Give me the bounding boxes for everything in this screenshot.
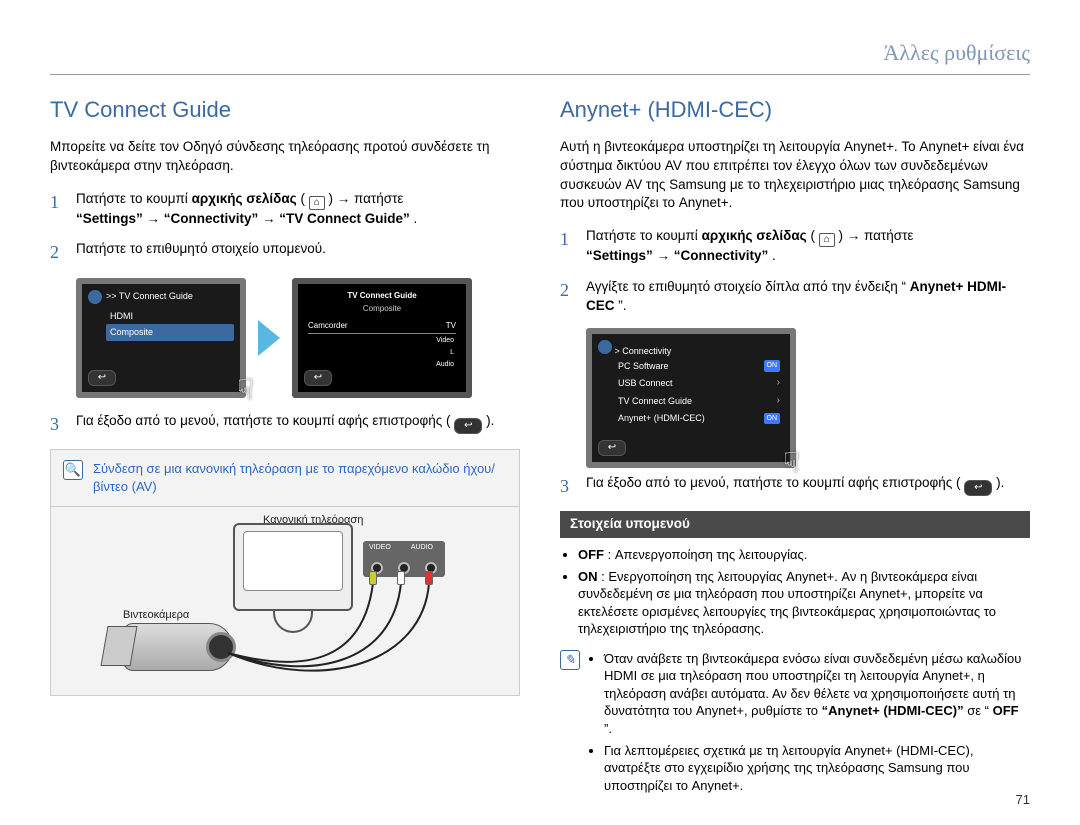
off-text: : Απενεργοποίηση της λειτουργίας.: [608, 547, 808, 562]
left-column: TV Connect Guide Μπορείτε να δείτε τον Ο…: [50, 95, 520, 798]
step1-text-e: “Settings” → “Connectivity” → “TV Connec…: [76, 211, 410, 226]
left-section-title: TV Connect Guide: [50, 95, 520, 126]
submenu-on: ON : Ενεργοποίηση της λειτουργίας Anynet…: [578, 568, 1030, 638]
rstep1-c: (: [810, 228, 815, 243]
screen2-audioR: Audio: [436, 360, 454, 370]
conn-row2: USB Connect: [618, 377, 673, 390]
step-number: 2: [560, 278, 576, 303]
step-number: 1: [560, 227, 576, 252]
note-box: ✎ Όταν ανάβετε τη βιντεοκάμερα ενόσω είν…: [560, 650, 1030, 798]
screen2-camcorder: Camcorder: [308, 320, 348, 331]
chevron-right-icon: ›: [777, 376, 780, 390]
on-label: ON: [578, 569, 598, 584]
step1-text-c: (: [300, 191, 305, 206]
left-step-2: 2 Πατήστε το επιθυμητό στοιχείο υπομενού…: [50, 240, 520, 265]
gear-icon: [598, 340, 612, 354]
home-icon: ⌂: [819, 233, 835, 247]
note1-e: ”.: [604, 721, 612, 736]
tv-illustration: Κανονική τηλεόραση VIDEO AUDIO Βιντεοκάμ…: [50, 506, 520, 696]
note1-d: OFF: [993, 703, 1019, 718]
conn-row3: TV Connect Guide: [618, 395, 692, 408]
note1-c: σε “: [967, 703, 989, 718]
screen2-sub: Composite: [302, 303, 462, 314]
touch-hand-icon: ☟: [237, 370, 254, 409]
right-step-1: 1 Πατήστε το κουμπί αρχικής σελίδας ( ⌂ …: [560, 227, 1030, 266]
on-badge: ON: [764, 360, 781, 372]
screen2-video: Video: [436, 336, 454, 346]
step-number: 3: [560, 474, 576, 499]
connectivity-screen: > Connectivity PC Software ON USB Connect…: [586, 328, 796, 468]
step-number: 2: [50, 240, 66, 265]
rstep2-a: Αγγίξτε το επιθυμητό στοιχείο δίπλα από …: [586, 279, 906, 294]
rstep3-b: ).: [996, 475, 1004, 490]
step1-text-a: Πατήστε το κουμπί: [76, 191, 192, 206]
menu-screen-2: TV Connect Guide Composite Camcorder TV …: [292, 278, 472, 398]
screen2-tv: TV: [446, 320, 456, 331]
magnifier-icon: 🔍: [63, 460, 83, 480]
step2-text: Πατήστε το επιθυμητό στοιχείο υπομενού.: [76, 240, 520, 259]
step1-text-b: αρχικής σελίδας: [192, 191, 297, 206]
menu-screen-1: >> TV Connect Guide HDMI Composite ↩ ☟: [76, 278, 246, 398]
cable-icon: [63, 513, 503, 683]
on-badge: ON: [764, 413, 781, 425]
menu-item-hdmi: HDMI: [106, 308, 234, 325]
screen2-audioL: L: [450, 348, 454, 358]
submenu-header: Στοιχεία υπομενού: [560, 511, 1030, 538]
plug-white-icon: [397, 571, 405, 585]
step3-text-a: Για έξοδο από το μενού, πατήστε το κουμπ…: [76, 413, 451, 428]
step1-text-f: .: [414, 211, 418, 226]
rstep2-c: ”.: [618, 298, 626, 313]
menu-item-composite: Composite: [106, 324, 234, 341]
rstep1-d: ) → πατήστε: [839, 228, 914, 243]
screen2-title: TV Connect Guide: [302, 288, 462, 303]
plug-red-icon: [425, 571, 433, 585]
rstep1-e: “Settings” → “Connectivity”: [586, 248, 768, 263]
conn-row1: PC Software: [618, 360, 669, 373]
note-2: Για λεπτομέρειες σχετικά με τη λειτουργί…: [604, 742, 1030, 795]
left-step-1: 1 Πατήστε το κουμπί αρχικής σελίδας ( ⌂ …: [50, 190, 520, 229]
touch-hand-icon: ☟: [783, 443, 800, 482]
back-icon: ↩: [964, 480, 992, 496]
step-number: 3: [50, 412, 66, 437]
info-box: 🔍 Σύνδεση σε μια κανονική τηλεόραση με τ…: [50, 449, 520, 507]
step3-text-b: ).: [486, 413, 494, 428]
conn-row4: Anynet+ (HDMI-CEC): [618, 412, 705, 425]
page-number: 71: [1016, 792, 1030, 807]
conn-breadcrumb: > Connectivity: [615, 346, 672, 356]
on-text: : Ενεργοποίηση της λειτουργίας Anynet+. …: [578, 569, 996, 637]
note1-b: “Anynet+ (HDMI-CEC)”: [822, 703, 964, 718]
header-title: Άλλες ρυθμίσεις: [50, 40, 1030, 75]
gear-icon: [88, 290, 102, 304]
rstep1-f: .: [772, 248, 776, 263]
device-screenshots-row: >> TV Connect Guide HDMI Composite ↩ ☟ T…: [76, 278, 520, 398]
back-icon: ↩: [88, 370, 116, 386]
right-section-title: Anynet+ (HDMI-CEC): [560, 95, 1030, 126]
info-text: Σύνδεση σε μια κανονική τηλεόραση με το …: [93, 460, 507, 496]
right-column: Anynet+ (HDMI-CEC) Αυτή η βιντεοκάμερα υ…: [560, 95, 1030, 798]
left-step-3: 3 Για έξοδο από το μενού, πατήστε το κου…: [50, 412, 520, 437]
rstep1-b: αρχικής σελίδας: [702, 228, 807, 243]
right-intro: Αυτή η βιντεοκάμερα υποστηρίζει τη λειτο…: [560, 138, 1030, 214]
step1-text-d: ) → πατήστε: [329, 191, 404, 206]
back-icon: ↩: [304, 370, 332, 386]
step-number: 1: [50, 190, 66, 215]
back-icon: ↩: [454, 418, 482, 434]
right-step-2: 2 Αγγίξτε το επιθυμητό στοιχείο δίπλα απ…: [560, 278, 1030, 316]
note-1: Όταν ανάβετε τη βιντεοκάμερα ενόσω είναι…: [604, 650, 1030, 738]
arrow-icon: [258, 320, 280, 356]
plug-yellow-icon: [369, 571, 377, 585]
off-label: OFF: [578, 547, 604, 562]
submenu-list: OFF : Απενεργοποίηση της λειτουργίας. ON…: [578, 546, 1030, 638]
left-intro: Μπορείτε να δείτε τον Οδηγό σύνδεσης τηλ…: [50, 138, 520, 176]
rstep3-a: Για έξοδο από το μενού, πατήστε το κουμπ…: [586, 475, 961, 490]
note-icon: ✎: [560, 650, 580, 670]
rstep1-a: Πατήστε το κουμπί: [586, 228, 702, 243]
screen1-breadcrumb: >> TV Connect Guide: [106, 290, 193, 303]
back-icon: ↩: [598, 440, 626, 456]
chevron-right-icon: ›: [777, 394, 780, 408]
home-icon: ⌂: [309, 196, 325, 210]
submenu-off: OFF : Απενεργοποίηση της λειτουργίας.: [578, 546, 1030, 564]
